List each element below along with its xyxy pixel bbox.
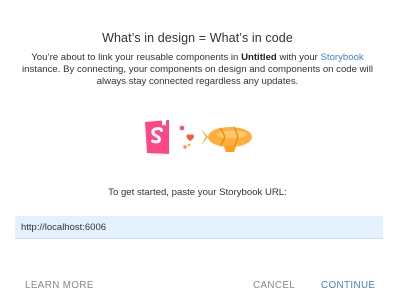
url-prompt: To get started, paste your Storybook URL… — [108, 187, 287, 198]
description-text-1: You’re about to link your reusable compo… — [31, 52, 242, 63]
storybook-logo-icon — [145, 119, 169, 154]
blimp-icon — [201, 126, 252, 152]
heart-icon — [179, 125, 194, 149]
learn-more-button[interactable]: LEARN MORE — [25, 280, 94, 291]
file-name: Untitled — [241, 52, 277, 63]
description-text-3: instance. By connecting, your components… — [22, 64, 373, 87]
storybook-link[interactable]: Storybook — [321, 52, 364, 63]
connect-illustration — [145, 119, 252, 154]
description-text-2: with your — [276, 52, 321, 63]
storybook-url-input[interactable] — [15, 216, 383, 239]
dialog-description: You’re about to link your reusable compo… — [12, 52, 383, 88]
storybook-connect-dialog: What’s in design = What’s in code You’re… — [0, 0, 395, 304]
dialog-title: What’s in design = What’s in code — [102, 31, 293, 45]
cancel-button[interactable]: CANCEL — [253, 280, 295, 291]
continue-button[interactable]: CONTINUE — [321, 280, 375, 291]
